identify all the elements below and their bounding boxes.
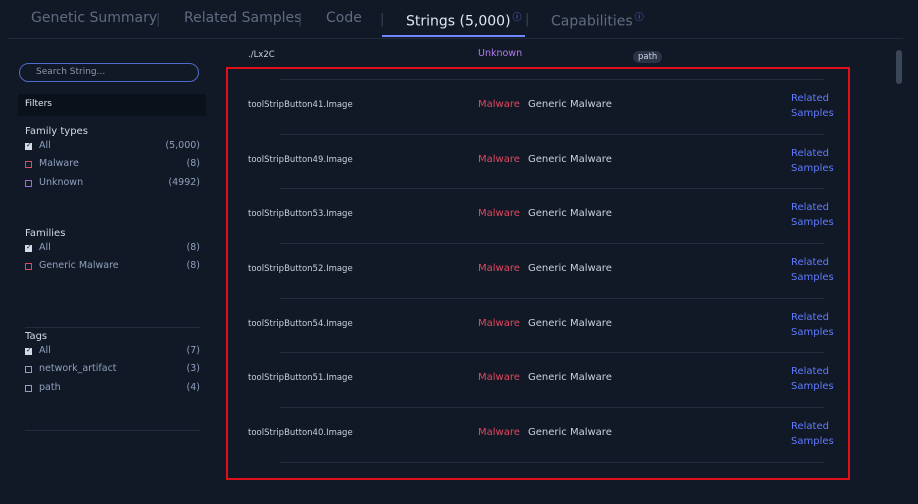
tab-bar: Genetic Summary | Related Samples | Code…: [0, 0, 918, 38]
family-types-title: Family types: [25, 126, 88, 137]
divider: [8, 38, 903, 39]
tab-related-samples[interactable]: Related Samples: [184, 10, 301, 26]
checkbox[interactable]: [25, 161, 32, 168]
checkbox[interactable]: [25, 346, 32, 355]
tab-strings[interactable]: Strings (5,000) ⓘ: [406, 10, 522, 30]
checkbox[interactable]: [25, 385, 32, 392]
checkbox[interactable]: [25, 366, 32, 373]
checkbox[interactable]: [25, 243, 32, 252]
table-row: ./Lx2C Unknown path: [232, 46, 872, 66]
filters-title: Filters: [25, 99, 52, 109]
active-tab-indicator: [382, 35, 525, 37]
tab-separator: |: [525, 12, 530, 27]
info-icon[interactable]: ⓘ: [635, 13, 644, 23]
scrollbar[interactable]: [896, 50, 902, 84]
checkbox[interactable]: [25, 141, 32, 150]
filter-family-type-malware[interactable]: Malware (8): [25, 158, 200, 172]
filters-header: Filters: [18, 94, 206, 116]
filter-tag-path[interactable]: path (4): [25, 382, 200, 396]
filter-family-type-all[interactable]: All (5,000): [25, 140, 200, 154]
checkbox[interactable]: [25, 263, 32, 270]
divider: [25, 327, 200, 328]
divider: [25, 430, 200, 431]
tab-separator: |: [298, 12, 303, 27]
search-box: [19, 63, 199, 82]
filter-family-all[interactable]: All (8): [25, 242, 200, 256]
tag-badge: path: [633, 51, 663, 63]
tab-separator: |: [156, 12, 161, 27]
highlight-box: [226, 67, 850, 480]
filter-family-type-unknown[interactable]: Unknown (4992): [25, 177, 200, 191]
filter-tag-network-artifact[interactable]: network_artifact (3): [25, 363, 200, 377]
filter-tag-all[interactable]: All (7): [25, 345, 200, 359]
tab-capabilities[interactable]: Capabilities ⓘ: [551, 10, 644, 30]
tab-genetic-summary[interactable]: Genetic Summary: [31, 10, 157, 26]
tags-title: Tags: [25, 331, 48, 342]
families-title: Families: [25, 228, 66, 239]
string-value: ./Lx2C: [248, 50, 275, 60]
info-icon[interactable]: ⓘ: [513, 13, 522, 23]
checkbox[interactable]: [25, 180, 32, 187]
family-type-label: Unknown: [478, 48, 523, 59]
filter-family-generic-malware[interactable]: Generic Malware (8): [25, 260, 200, 274]
tab-code[interactable]: Code: [326, 10, 362, 26]
tab-separator: |: [380, 12, 385, 27]
search-input[interactable]: [36, 65, 191, 79]
